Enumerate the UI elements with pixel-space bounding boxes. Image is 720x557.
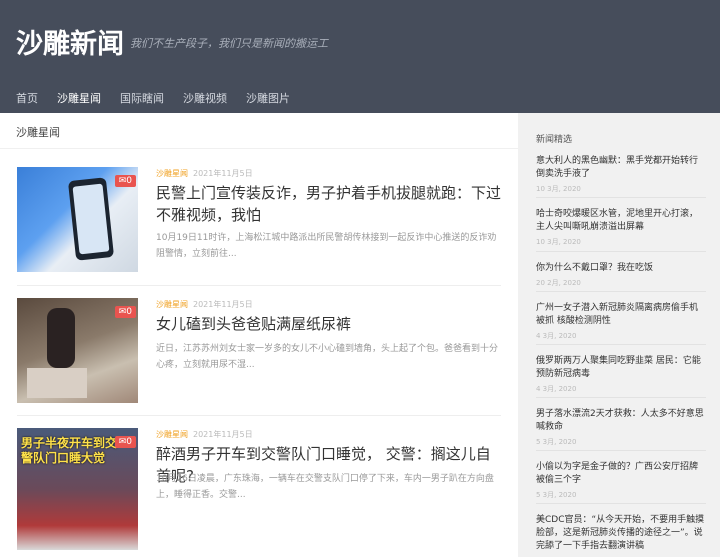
article-excerpt: 近日，江苏苏州刘女士家一岁多的女儿不小心磕到墙角，头上起了个包。爸爸看到十分心疼… <box>156 344 499 370</box>
site-logo[interactable]: 沙雕新闻 <box>16 22 124 61</box>
thumbnail-caption: 男子半夜开车到交警队门口睡大觉 <box>21 436 118 465</box>
article-date: 2021年11月5日 <box>193 430 253 439</box>
article-date: 2021年11月5日 <box>193 300 253 309</box>
article-category[interactable]: 沙雕星闻 <box>156 300 188 309</box>
nav-videos[interactable]: 沙雕视频 <box>183 90 227 106</box>
sidebar-item-date: 4 3月, 2020 <box>536 385 577 393</box>
sidebar-item-date: 10 3月, 2020 <box>536 185 581 193</box>
sidebar-item-date: 10 3月, 2020 <box>536 238 581 246</box>
sidebar-item-title[interactable]: 小偷以为字是金子做的？广西公安厅招牌被偷三个字 <box>536 461 706 487</box>
article-excerpt: 10月19日11时许，上海松江城中路派出所民警胡传林接到一起反诈中心推送的反诈劝… <box>156 233 497 259</box>
article-title[interactable]: 女儿磕到头爸爸贴满屋纸尿裤 <box>156 313 501 335</box>
article-item: 男子半夜开车到交警队门口睡大觉 ✉0 沙雕星闻 2021年11月5日 醉酒男子开车… <box>17 428 501 553</box>
divider <box>0 148 518 149</box>
sidebar-item[interactable]: 广州一女子潜入新冠肺炎隔离病房偷手机被抓 核酸检测阴性 4 3月, 2020 <box>536 302 706 341</box>
sidebar-item-title[interactable]: 哈士奇咬爆暖区水管，泥地里开心打滚，主人尖叫嘶吼崩溃溢出屏幕 <box>536 208 706 234</box>
sidebar-item-date: 5 3月, 2020 <box>536 491 577 499</box>
divider <box>536 251 706 252</box>
nav-shadiao-xingwen[interactable]: 沙雕星闻 <box>57 90 101 106</box>
nav-images[interactable]: 沙雕图片 <box>246 90 290 106</box>
sidebar-item[interactable]: 你为什么不戴口罩？我在吃饭 20 2月, 2020 <box>536 262 706 288</box>
article-excerpt: 10月26日凌晨，广东珠海，一辆车在交警支队门口停了下来，车内一男子趴在方向盘上… <box>156 474 494 500</box>
nav-international[interactable]: 国际瞎闻 <box>120 90 164 106</box>
sidebar-item[interactable]: 意大利人的黑色幽默：黑手党都开始转行倒卖洗手液了 10 3月, 2020 <box>536 155 706 194</box>
sidebar-item-date: 4 3月, 2020 <box>536 332 577 340</box>
sidebar-item[interactable]: 男子落水漂流2天才获救：人太多不好意思喊救命 5 3月, 2020 <box>536 408 706 447</box>
main-nav: 首页 沙雕星闻 国际瞎闻 沙雕视频 沙雕图片 <box>16 90 309 106</box>
divider <box>536 344 706 345</box>
sidebar-item-title[interactable]: 俄罗斯两万人聚集同吃野韭菜 居民：它能预防新冠病毒 <box>536 355 706 381</box>
divider <box>536 291 706 292</box>
comment-count-badge: ✉0 <box>114 436 136 448</box>
site-header: 沙雕新闻 我们不生产段子，我们只是新闻的搬运工 首页 沙雕星闻 国际瞎闻 沙雕视… <box>0 0 720 113</box>
article-meta: 沙雕星闻 2021年11月5日 <box>156 429 253 440</box>
article-item: ✉0 沙雕星闻 2021年11月5日 民警上门宣传装反诈，男子护着手机拔腿就跑：下… <box>17 167 501 292</box>
sidebar-item[interactable]: 美CDC官员：“从今天开始，不要用手触摸脸部，这是新冠肺炎传播的途径之一”。说完… <box>536 514 706 553</box>
article-meta: 沙雕星闻 2021年11月5日 <box>156 299 253 310</box>
sidebar-item-title[interactable]: 意大利人的黑色幽默：黑手党都开始转行倒卖洗手液了 <box>536 155 706 181</box>
comment-count-badge: ✉0 <box>114 306 136 318</box>
divider <box>17 285 501 286</box>
sidebar-item-title[interactable]: 美CDC官员：“从今天开始，不要用手触摸脸部，这是新冠肺炎传播的途径之一”。说完… <box>536 514 706 553</box>
article-category[interactable]: 沙雕星闻 <box>156 430 188 439</box>
article-thumbnail[interactable]: 男子半夜开车到交警队门口睡大觉 ✉0 <box>17 428 138 550</box>
sidebar-title: 新闻精选 <box>536 135 573 145</box>
site-slogan: 我们不生产段子，我们只是新闻的搬运工 <box>130 37 328 50</box>
sidebar-item-date: 20 2月, 2020 <box>536 279 581 287</box>
sidebar-item-date: 5 3月, 2020 <box>536 438 577 446</box>
sidebar: 新闻精选 意大利人的黑色幽默：黑手党都开始转行倒卖洗手液了 10 3月, 2020… <box>518 113 720 557</box>
article-date: 2021年11月5日 <box>193 169 253 178</box>
nav-home[interactable]: 首页 <box>16 90 38 106</box>
sidebar-item[interactable]: 小偷以为字是金子做的？广西公安厅招牌被偷三个字 5 3月, 2020 <box>536 461 706 500</box>
sidebar-item[interactable]: 哈士奇咬爆暖区水管，泥地里开心打滚，主人尖叫嘶吼崩溃溢出屏幕 10 3月, 202… <box>536 208 706 247</box>
divider <box>536 503 706 504</box>
divider <box>536 397 706 398</box>
sidebar-item-title[interactable]: 男子落水漂流2天才获救：人太多不好意思喊救命 <box>536 408 706 434</box>
comment-count-badge: ✉0 <box>114 175 136 187</box>
divider <box>536 197 706 198</box>
article-meta: 沙雕星闻 2021年11月5日 <box>156 168 253 179</box>
article-thumbnail[interactable]: ✉0 <box>17 167 138 272</box>
section-title: 沙雕星闻 <box>16 126 60 139</box>
divider <box>17 415 501 416</box>
sidebar-item-title[interactable]: 广州一女子潜入新冠肺炎隔离病房偷手机被抓 核酸检测阴性 <box>536 302 706 328</box>
sidebar-item-title[interactable]: 你为什么不戴口罩？我在吃饭 <box>536 262 706 275</box>
main-content: 沙雕星闻 ✉0 沙雕星闻 2021年11月5日 民警上门宣传装反诈，男子护着手机拔… <box>0 113 518 557</box>
sidebar-item[interactable]: 俄罗斯两万人聚集同吃野韭菜 居民：它能预防新冠病毒 4 3月, 2020 <box>536 355 706 394</box>
article-item: ✉0 沙雕星闻 2021年11月5日 女儿磕到头爸爸贴满屋纸尿裤 近日，江苏苏州刘… <box>17 298 501 423</box>
article-category[interactable]: 沙雕星闻 <box>156 169 188 178</box>
divider <box>536 450 706 451</box>
article-title[interactable]: 民警上门宣传装反诈，男子护着手机拔腿就跑：下过不雅视频，我怕 <box>156 182 501 226</box>
article-thumbnail[interactable]: ✉0 <box>17 298 138 403</box>
